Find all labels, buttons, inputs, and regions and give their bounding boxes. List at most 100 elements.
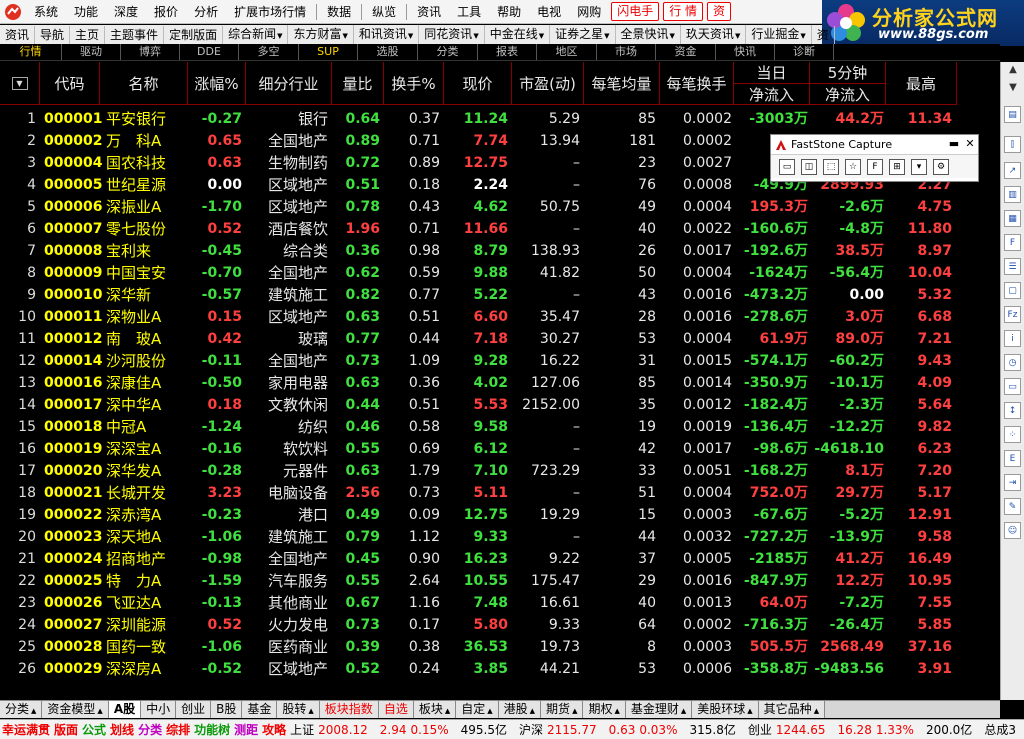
- menu-data[interactable]: 数据: [319, 0, 359, 24]
- chart-icon[interactable]: ▤: [1004, 106, 1021, 123]
- info-icon[interactable]: i: [1004, 330, 1021, 347]
- market-tab[interactable]: 创业: [176, 701, 212, 718]
- table-row[interactable]: 7 000008 宝利来 -0.45 综合类 0.36 0.98 8.79 138.93 26 0.…: [0, 240, 957, 262]
- capture-window-icon[interactable]: ▭: [779, 159, 795, 175]
- market-tab[interactable]: B股: [211, 701, 243, 718]
- table-row[interactable]: 20 000023 深天地A -1.06 建筑施工 0.79 1.12 9.33 – 44 0.00…: [0, 526, 957, 548]
- note-icon[interactable]: ✎: [1004, 498, 1021, 515]
- status-formula[interactable]: 公式: [80, 721, 108, 738]
- market-tab[interactable]: 中小: [141, 701, 177, 718]
- market-tab[interactable]: 期权: [583, 701, 626, 718]
- status-function-tree[interactable]: 功能树: [192, 721, 232, 738]
- toolbar-custom-layout[interactable]: 定制版面: [164, 25, 224, 44]
- market-tab[interactable]: 基金理财: [625, 701, 693, 718]
- clock-icon[interactable]: ◷: [1004, 354, 1021, 371]
- subtab-driver[interactable]: 驱动: [62, 44, 121, 60]
- table-row[interactable]: 15 000018 中冠A -1.24 纺织 0.46 0.58 9.58–19 0.0019-…: [0, 416, 957, 438]
- menu-depth[interactable]: 深度: [106, 0, 146, 24]
- table-row[interactable]: 10 000011 深物业A 0.15 区域地产 0.63 0.51 6.60 35.47 28 0…: [0, 306, 957, 328]
- market-tab[interactable]: 美股环球: [692, 701, 759, 718]
- table-row[interactable]: 21 000024 招商地产 -0.98 全国地产 0.45 0.90 16.23 9.22 37…: [0, 548, 957, 570]
- export-icon[interactable]: ⇥: [1004, 474, 1021, 491]
- subtab-report[interactable]: 报表: [478, 44, 537, 60]
- table-row[interactable]: 18 000021 长城开发 3.23 电脑设备 2.56 0.73 5.11 – 51 0.000…: [0, 482, 957, 504]
- market-tab[interactable]: 自定: [456, 701, 499, 718]
- header-volume-ratio[interactable]: 量比: [332, 62, 384, 105]
- header-change-pct[interactable]: 涨幅%: [188, 62, 246, 105]
- market-tab[interactable]: 自选: [378, 701, 414, 718]
- subtab-dde[interactable]: DDE: [180, 44, 239, 60]
- capture-object-icon[interactable]: ◫: [801, 159, 817, 175]
- status-layout[interactable]: 版面: [52, 721, 80, 738]
- status-drawline[interactable]: 划线: [108, 721, 136, 738]
- status-measure[interactable]: 测距: [232, 721, 260, 738]
- menu-tv[interactable]: 电视: [529, 0, 569, 24]
- table-row[interactable]: 14 000017 深中华A 0.18 文教休闲 0.44 0.51 5.53 2152.00 3…: [0, 394, 957, 416]
- menu-news[interactable]: 资讯: [409, 0, 449, 24]
- table-row[interactable]: 12 000014 沙河股份 -0.11 全国地产 0.73 1.09 9.28 16.22 31…: [0, 350, 957, 372]
- subtab-region[interactable]: 地区: [537, 44, 597, 60]
- market-tab[interactable]: 板块指数: [319, 701, 379, 718]
- kline-icon[interactable]: ⫿: [1004, 136, 1021, 153]
- document-icon[interactable]: ▢: [1004, 282, 1021, 299]
- fiz-icon[interactable]: Fz: [1004, 306, 1021, 323]
- menu-system[interactable]: 系统: [26, 0, 66, 24]
- table-row[interactable]: 26 000029 深深房A -0.52 区域地产 0.52 0.24 3.85 44.21 53…: [0, 658, 957, 680]
- subtab-market[interactable]: 市场: [597, 44, 656, 60]
- info-button[interactable]: 资: [707, 2, 732, 21]
- output-settings-icon[interactable]: ▾: [911, 159, 927, 175]
- minimize-icon[interactable]: ▬: [947, 137, 961, 151]
- header-code[interactable]: 代码: [40, 62, 100, 105]
- subtab-category[interactable]: 分类: [418, 44, 478, 60]
- toolbar-stockstar[interactable]: 证券之星: [550, 24, 616, 45]
- subtab-quote[interactable]: 行情: [0, 44, 62, 60]
- menu-shop[interactable]: 网购: [569, 0, 609, 24]
- subtab-sup[interactable]: SUP: [299, 44, 358, 60]
- toolbar-10jqka[interactable]: 同花资讯: [419, 24, 485, 45]
- table-row[interactable]: 5 000006 深振业A -1.70 区域地产 0.78 0.43 4.62 50.75 49 0…: [0, 196, 957, 218]
- menu-help[interactable]: 帮助: [489, 0, 529, 24]
- market-tab[interactable]: A股: [108, 701, 142, 718]
- folder-icon[interactable]: ▭: [1004, 378, 1021, 395]
- market-tab[interactable]: 其它品种: [758, 701, 826, 718]
- market-tab[interactable]: 股转: [277, 701, 320, 718]
- capture-region-icon[interactable]: ⬚: [823, 159, 839, 175]
- header-industry[interactable]: 细分行业: [246, 62, 332, 105]
- toolbar-industry[interactable]: 行业掘金: [746, 24, 812, 45]
- table-row[interactable]: 1 000001 平安银行 -0.27 银行 0.64 0.37 11.24 5.29 85 0.0…: [0, 108, 957, 130]
- trend-icon[interactable]: ↗: [1004, 162, 1021, 179]
- status-lucky[interactable]: 幸运满贯: [0, 721, 52, 738]
- quote-button[interactable]: 行 情: [663, 2, 704, 21]
- header-day-net-inflow[interactable]: 当日 净流入: [734, 62, 810, 105]
- table-row[interactable]: 24 000027 深圳能源 0.52 火力发电 0.73 0.17 5.80 9.33 64 0.…: [0, 614, 957, 636]
- etf-icon[interactable]: E: [1004, 450, 1021, 467]
- header-price[interactable]: 现价: [444, 62, 512, 105]
- capture-freehand-icon[interactable]: ☆: [845, 159, 861, 175]
- toolbar-p5w[interactable]: 全景快讯: [616, 24, 681, 45]
- list-icon[interactable]: ☰: [1004, 258, 1021, 275]
- toolbar-more[interactable]: 资: [812, 25, 835, 44]
- toolbar-eastmoney[interactable]: 东方财富: [288, 24, 354, 45]
- menu-tools[interactable]: 工具: [449, 0, 489, 24]
- scroll-down-icon[interactable]: ▼: [1005, 82, 1021, 98]
- table-row[interactable]: 8 000009 中国宝安 -0.70 全国地产 0.62 0.59 9.88 41.82 50 0…: [0, 262, 957, 284]
- menu-analysis[interactable]: 分析: [186, 0, 226, 24]
- table-row[interactable]: 6 000007 零七股份 0.52 酒店餐饮 1.96 0.71 11.66 – 40 0.002…: [0, 218, 957, 240]
- toolbar-hexun[interactable]: 和讯资讯: [354, 24, 420, 45]
- header-turnover-per-trade[interactable]: 每笔换手: [660, 62, 734, 105]
- bar-chart-icon[interactable]: ▥: [1004, 186, 1021, 203]
- capture-fullscreen-icon[interactable]: F: [867, 159, 883, 175]
- subtab-diagnose[interactable]: 诊断: [775, 44, 834, 60]
- status-guide[interactable]: 攻略: [260, 721, 288, 738]
- toolbar-general-news[interactable]: 综合新闻: [223, 24, 289, 45]
- sort-icon[interactable]: ↕: [1004, 402, 1021, 419]
- capture-scrolling-icon[interactable]: ⊞: [889, 159, 905, 175]
- header-avg-per-trade[interactable]: 每笔均量: [584, 62, 660, 105]
- toolbar-home[interactable]: 主页: [70, 25, 106, 44]
- subtab-flash[interactable]: 快讯: [716, 44, 775, 60]
- table-row[interactable]: 13 000016 深康佳A -0.50 家用电器 0.63 0.36 4.02 127.06 8…: [0, 372, 957, 394]
- status-ranking[interactable]: 综排: [164, 721, 192, 738]
- header-name[interactable]: 名称: [100, 62, 188, 105]
- flash-trade-button[interactable]: 闪电手: [611, 2, 660, 21]
- scroll-up-icon[interactable]: ▲: [1005, 64, 1021, 80]
